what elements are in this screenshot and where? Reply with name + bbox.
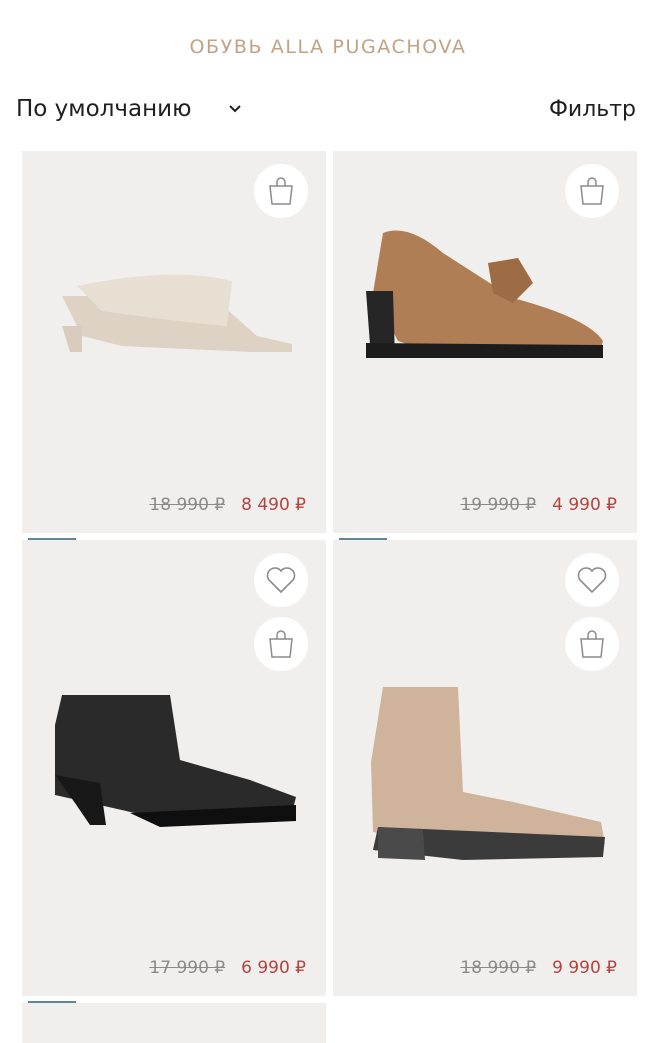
chevron-down-icon: [229, 105, 242, 113]
shopping-bag-icon: [580, 630, 604, 658]
price-row: 17 990 ₽ 6 990 ₽: [149, 958, 306, 978]
add-to-cart-button[interactable]: [565, 164, 619, 218]
add-to-cart-button[interactable]: [254, 617, 308, 671]
add-to-cart-button[interactable]: [565, 617, 619, 671]
product-card[interactable]: [22, 1003, 326, 1043]
old-price: 19 990 ₽: [460, 495, 537, 515]
sale-price: 8 490 ₽: [241, 495, 306, 515]
wishlist-button[interactable]: [254, 553, 308, 607]
heart-icon: [577, 567, 607, 594]
price-row: 18 990 ₽ 8 490 ₽: [149, 495, 306, 515]
add-to-cart-button[interactable]: [254, 164, 308, 218]
product-card[interactable]: 17 990 ₽ 6 990 ₽: [22, 540, 326, 996]
price-row: 19 990 ₽ 4 990 ₽: [460, 495, 617, 515]
old-price: 18 990 ₽: [149, 495, 226, 515]
sort-dropdown[interactable]: По умолчанию: [16, 94, 242, 124]
product-card[interactable]: 18 990 ₽ 8 490 ₽: [22, 151, 326, 533]
product-image[interactable]: [363, 682, 608, 862]
shopping-bag-icon: [269, 177, 293, 205]
filter-button[interactable]: Фильтр: [549, 94, 636, 124]
sale-price: 6 990 ₽: [241, 958, 306, 978]
wishlist-button[interactable]: [565, 553, 619, 607]
heart-icon: [266, 567, 296, 594]
page-title: ОБУВЬ ALLA PUGACHOVA: [189, 36, 467, 58]
shopping-bag-icon: [269, 630, 293, 658]
product-image[interactable]: [52, 266, 297, 356]
product-card[interactable]: 19 990 ₽ 4 990 ₽: [333, 151, 637, 533]
product-image[interactable]: [363, 223, 608, 368]
product-image[interactable]: [50, 695, 298, 835]
price-row: 18 990 ₽ 9 990 ₽: [460, 958, 617, 978]
old-price: 18 990 ₽: [460, 958, 537, 978]
product-card[interactable]: 18 990 ₽ 9 990 ₽: [333, 540, 637, 996]
shopping-bag-icon: [580, 177, 604, 205]
sale-price: 4 990 ₽: [552, 495, 617, 515]
old-price: 17 990 ₽: [149, 958, 226, 978]
sort-label: По умолчанию: [16, 96, 192, 122]
sale-price: 9 990 ₽: [552, 958, 617, 978]
